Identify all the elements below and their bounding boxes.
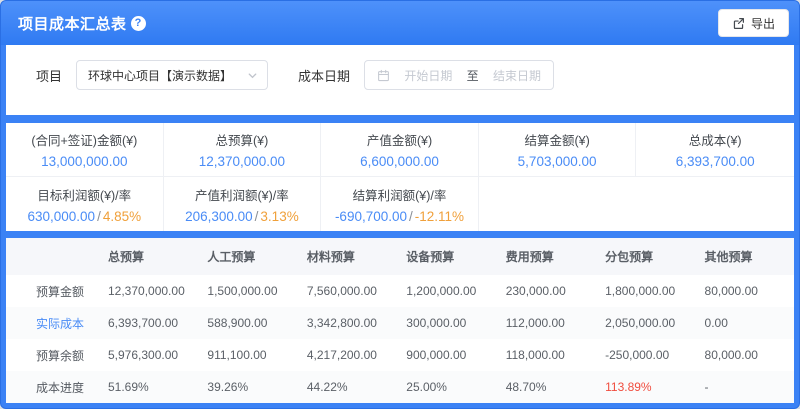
table-cell: 1,500,000.00: [197, 275, 296, 307]
table-cell: 900,000.00: [396, 339, 495, 371]
col-header-equipment-budget: 设备预算: [396, 238, 495, 275]
table-cell: 51.69%: [98, 371, 197, 403]
summary-value: -690,700.00/-12.11%: [335, 209, 464, 224]
col-header-other-budget: 其他预算: [695, 238, 794, 275]
chevron-down-icon: [247, 70, 258, 81]
summary-label: (合同+签证)金额(¥): [31, 130, 137, 149]
summary-value: 12,370,000.00: [199, 154, 285, 169]
row-label-cost-progress: 成本进度: [6, 371, 98, 403]
header-bar: 项目成本汇总表 ? 导出: [1, 1, 799, 45]
start-date-placeholder: 开始日期: [404, 67, 452, 84]
export-button-label: 导出: [751, 15, 775, 32]
table-cell: 0.00: [695, 307, 794, 339]
end-date-placeholder: 结束日期: [493, 67, 541, 84]
profit-rate: -12.11%: [415, 209, 464, 224]
filter-panel: 项目 环球中心项目【演示数据】 成本日期 开始日期 至 结束日期: [6, 45, 794, 115]
col-header-material-budget: 材料预算: [297, 238, 396, 275]
table-row-cost-progress: 成本进度 51.69% 39.26% 44.22% 25.00% 48.70% …: [6, 371, 794, 403]
summary-card-settlement-profit: 结算利润额(¥)/率 -690,700.00/-12.11%: [321, 177, 479, 231]
summary-label: 目标利润额(¥)/率: [37, 185, 131, 204]
summary-label: 总预算(¥): [216, 130, 269, 149]
table-cell: 80,000.00: [695, 275, 794, 307]
summary-profit-row: 目标利润额(¥)/率 630,000.00/4.85% 产值利润额(¥)/率 2…: [6, 177, 794, 231]
table-cell: 25.00%: [396, 371, 495, 403]
summary-value: 13,000,000.00: [41, 154, 127, 169]
cost-table-panel: 总预算 人工预算 材料预算 设备预算 费用预算 分包预算 其他预算 预算金额 1…: [6, 238, 794, 403]
profit-rate: 3.13%: [260, 209, 298, 224]
col-header-labor-budget: 人工预算: [197, 238, 296, 275]
summary-label: 结算金额(¥): [524, 130, 589, 149]
summary-value: 6,393,700.00: [676, 154, 755, 169]
table-cell: 1,200,000.00: [396, 275, 495, 307]
filter-row: 项目 环球中心项目【演示数据】 成本日期 开始日期 至 结束日期: [36, 60, 554, 90]
table-cell: 48.70%: [496, 371, 595, 403]
summary-card-settlement-amount: 结算金额(¥) 5,703,000.00: [479, 123, 637, 176]
col-header-subcontract-budget: 分包预算: [595, 238, 694, 275]
table-cell: 39.26%: [197, 371, 296, 403]
table-cell: 2,050,000.00: [595, 307, 694, 339]
cost-date-filter-label: 成本日期: [298, 66, 350, 85]
summary-value: 630,000.00/4.85%: [27, 209, 141, 224]
summary-empty-cell: [479, 177, 637, 231]
summary-label: 产值金额(¥): [367, 130, 432, 149]
table-cell: 911,100.00: [197, 339, 296, 371]
table-cell: -: [695, 371, 794, 403]
project-cost-summary-page: 项目成本汇总表 ? 导出 项目 环球中心项目【演示数据】 成本日期: [0, 0, 800, 409]
table-cell: 44.22%: [297, 371, 396, 403]
table-cell: 4,217,200.00: [297, 339, 396, 371]
table-cell: 6,393,700.00: [98, 307, 197, 339]
table-cell-over-budget: 113.89%: [595, 371, 694, 403]
table-cell: 112,000.00: [496, 307, 595, 339]
col-header-total-budget: 总预算: [98, 238, 197, 275]
col-header-expense-budget: 费用预算: [496, 238, 595, 275]
summary-value: 206,300.00/3.13%: [185, 209, 299, 224]
summary-panel: (合同+签证)金额(¥) 13,000,000.00 总预算(¥) 12,370…: [6, 123, 794, 231]
date-range-picker[interactable]: 开始日期 至 结束日期: [364, 60, 554, 90]
cost-summary-table: 总预算 人工预算 材料预算 设备预算 费用预算 分包预算 其他预算 预算金额 1…: [6, 238, 794, 403]
table-cell: -250,000.00: [595, 339, 694, 371]
summary-label: 总成本(¥): [689, 130, 742, 149]
project-filter-label: 项目: [36, 66, 62, 85]
row-label-actual-cost[interactable]: 实际成本: [6, 307, 98, 339]
summary-value: 6,600,000.00: [360, 154, 439, 169]
table-cell: 588,900.00: [197, 307, 296, 339]
export-button[interactable]: 导出: [718, 9, 789, 37]
table-row-budget-balance: 预算余额 5,976,300.00 911,100.00 4,217,200.0…: [6, 339, 794, 371]
page-title: 项目成本汇总表: [18, 13, 127, 34]
table-cell: 1,800,000.00: [595, 275, 694, 307]
summary-card-total-budget: 总预算(¥) 12,370,000.00: [164, 123, 322, 176]
table-cell: 7,560,000.00: [297, 275, 396, 307]
profit-rate: 4.85%: [103, 209, 141, 224]
help-icon[interactable]: ?: [131, 16, 146, 31]
date-range-separator: 至: [467, 67, 479, 84]
row-label-budget-balance: 预算余额: [6, 339, 98, 371]
table-cell: 230,000.00: [496, 275, 595, 307]
export-icon: [732, 17, 745, 30]
table-cell: 5,976,300.00: [98, 339, 197, 371]
table-cell: 300,000.00: [396, 307, 495, 339]
summary-label: 产值利润额(¥)/率: [195, 185, 289, 204]
table-cell: 12,370,000.00: [98, 275, 197, 307]
summary-card-target-profit: 目标利润额(¥)/率 630,000.00/4.85%: [6, 177, 164, 231]
summary-label: 结算利润额(¥)/率: [353, 185, 447, 204]
table-row-actual-cost: 实际成本 6,393,700.00 588,900.00 3,342,800.0…: [6, 307, 794, 339]
table-cell: 3,342,800.00: [297, 307, 396, 339]
summary-card-output-profit: 产值利润额(¥)/率 206,300.00/3.13%: [164, 177, 322, 231]
project-select[interactable]: 环球中心项目【演示数据】: [76, 60, 268, 90]
summary-card-output-amount: 产值金额(¥) 6,600,000.00: [321, 123, 479, 176]
table-cell: 80,000.00: [695, 339, 794, 371]
summary-card-contract-amount: (合同+签证)金额(¥) 13,000,000.00: [6, 123, 164, 176]
table-row-budget-amount: 预算金额 12,370,000.00 1,500,000.00 7,560,00…: [6, 275, 794, 307]
summary-value: 5,703,000.00: [518, 154, 597, 169]
summary-empty-cell: [636, 177, 794, 231]
summary-amount-row: (合同+签证)金额(¥) 13,000,000.00 总预算(¥) 12,370…: [6, 123, 794, 177]
table-header-row: 总预算 人工预算 材料预算 设备预算 费用预算 分包预算 其他预算: [6, 238, 794, 275]
table-cell: 118,000.00: [496, 339, 595, 371]
col-header-empty: [6, 238, 98, 275]
project-select-value: 环球中心项目【演示数据】: [88, 67, 247, 84]
summary-card-total-cost: 总成本(¥) 6,393,700.00: [636, 123, 794, 176]
row-label-budget-amount: 预算金额: [6, 275, 98, 307]
calendar-icon: [377, 69, 390, 82]
